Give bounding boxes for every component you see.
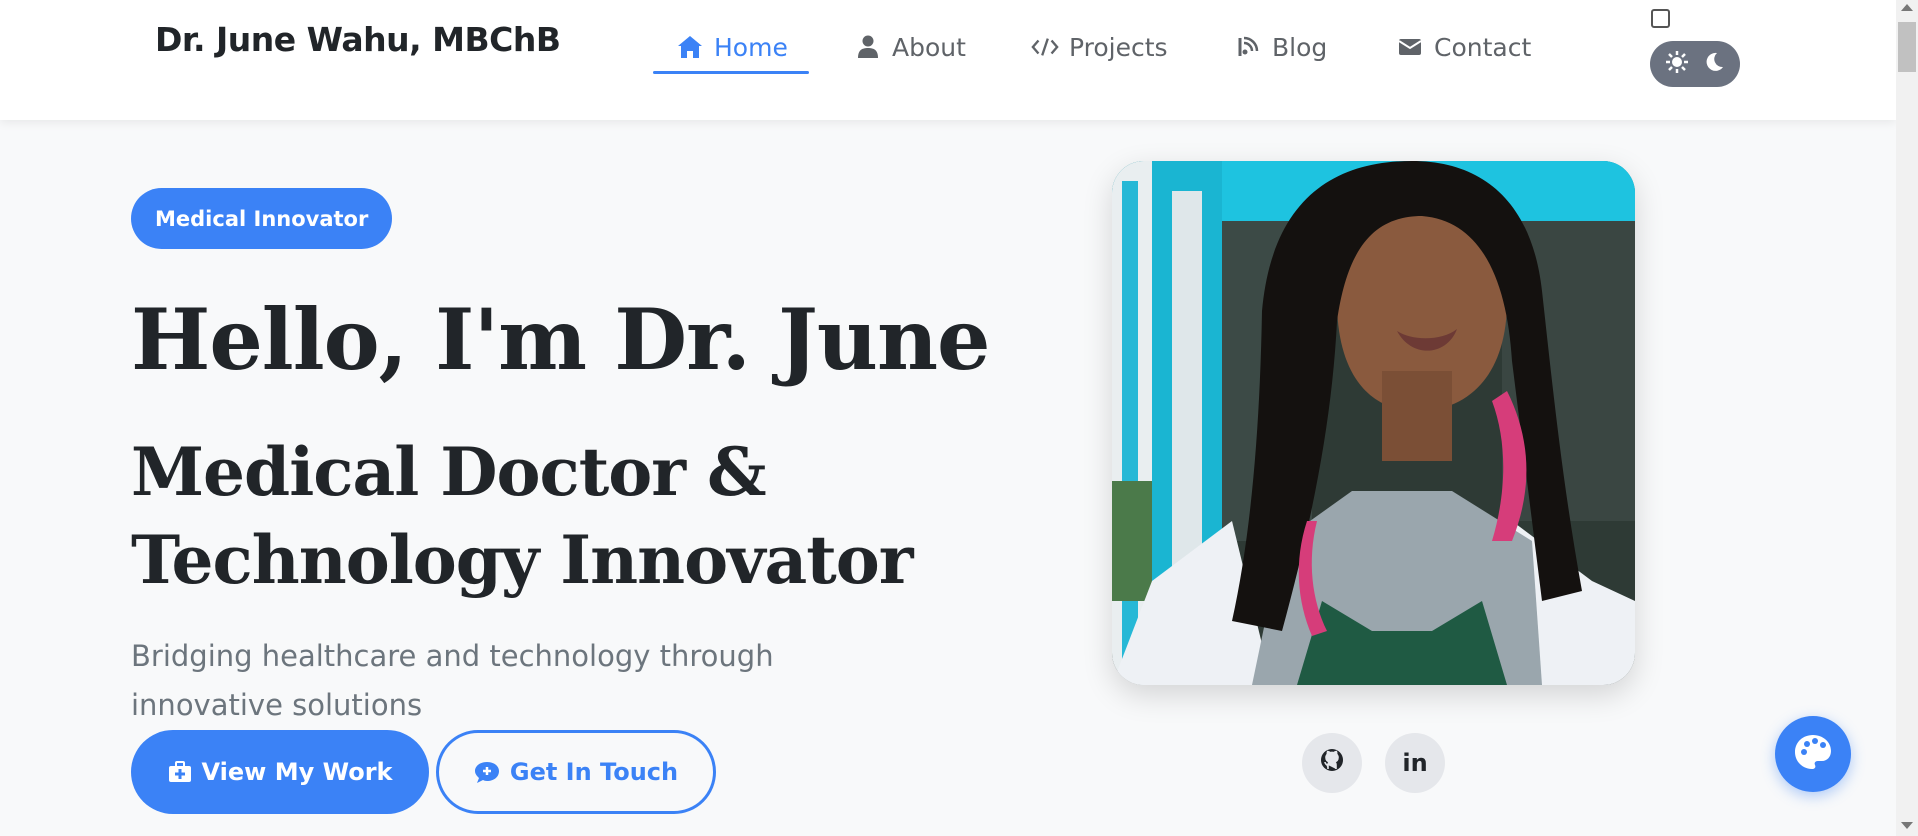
blog-icon: [1234, 33, 1262, 61]
github-icon: [1319, 747, 1345, 779]
github-link[interactable]: [1302, 733, 1362, 793]
nav-item-blog[interactable]: Blog: [1234, 22, 1327, 72]
theme-toggle[interactable]: [1650, 41, 1740, 87]
hero-subtitle-line2: Technology Innovator: [131, 521, 914, 599]
medkit-icon: [168, 761, 192, 783]
active-nav-indicator: [653, 71, 809, 74]
hero-description: Bridging healthcare and technology throu…: [131, 639, 774, 722]
scroll-down-arrow-icon[interactable]: [1901, 822, 1913, 829]
chat-icon: [474, 760, 500, 784]
envelope-icon: [1396, 33, 1424, 61]
hero-subtitle: Medical Doctor & Technology Innovator: [131, 428, 931, 604]
view-my-work-button[interactable]: View My Work: [131, 730, 429, 814]
nav-label-contact: Contact: [1434, 32, 1532, 62]
nav-label-projects: Projects: [1069, 32, 1168, 62]
code-icon: [1031, 33, 1059, 61]
scrollbar-thumb[interactable]: [1898, 22, 1916, 72]
hero-subtitle-line1: Medical Doctor &: [131, 433, 767, 511]
navbar: Dr. June Wahu, MBChB Home About Projects…: [0, 0, 1896, 120]
nav-label-home: Home: [714, 32, 788, 62]
site-brand[interactable]: Dr. June Wahu, MBChB: [155, 20, 561, 59]
home-icon: [676, 33, 704, 61]
page-scrollbar[interactable]: [1896, 0, 1918, 836]
nav-item-about[interactable]: About: [854, 22, 966, 72]
theme-palette-button[interactable]: [1775, 716, 1851, 792]
nav-item-contact[interactable]: Contact: [1396, 22, 1531, 72]
sun-icon: [1666, 51, 1688, 77]
theme-checkbox[interactable]: [1651, 9, 1670, 28]
linkedin-link[interactable]: in: [1385, 733, 1445, 793]
hero-badge: Medical Innovator: [131, 188, 393, 249]
get-in-touch-label: Get In Touch: [509, 758, 679, 786]
moon-icon: [1704, 52, 1724, 76]
nav-label-about: About: [892, 32, 966, 62]
get-in-touch-button[interactable]: Get In Touch: [436, 730, 716, 814]
profile-photo: [1112, 161, 1635, 685]
palette-icon: [1794, 734, 1832, 774]
linkedin-icon: in: [1402, 749, 1428, 777]
hero-title: Hello, I'm Dr. June: [131, 290, 990, 389]
nav-label-blog: Blog: [1272, 32, 1328, 62]
nav-item-home[interactable]: Home: [676, 22, 788, 72]
user-icon: [854, 33, 882, 61]
view-my-work-label: View My Work: [201, 758, 393, 786]
nav-item-projects[interactable]: Projects: [1031, 22, 1168, 72]
scroll-up-arrow-icon[interactable]: [1901, 4, 1913, 11]
